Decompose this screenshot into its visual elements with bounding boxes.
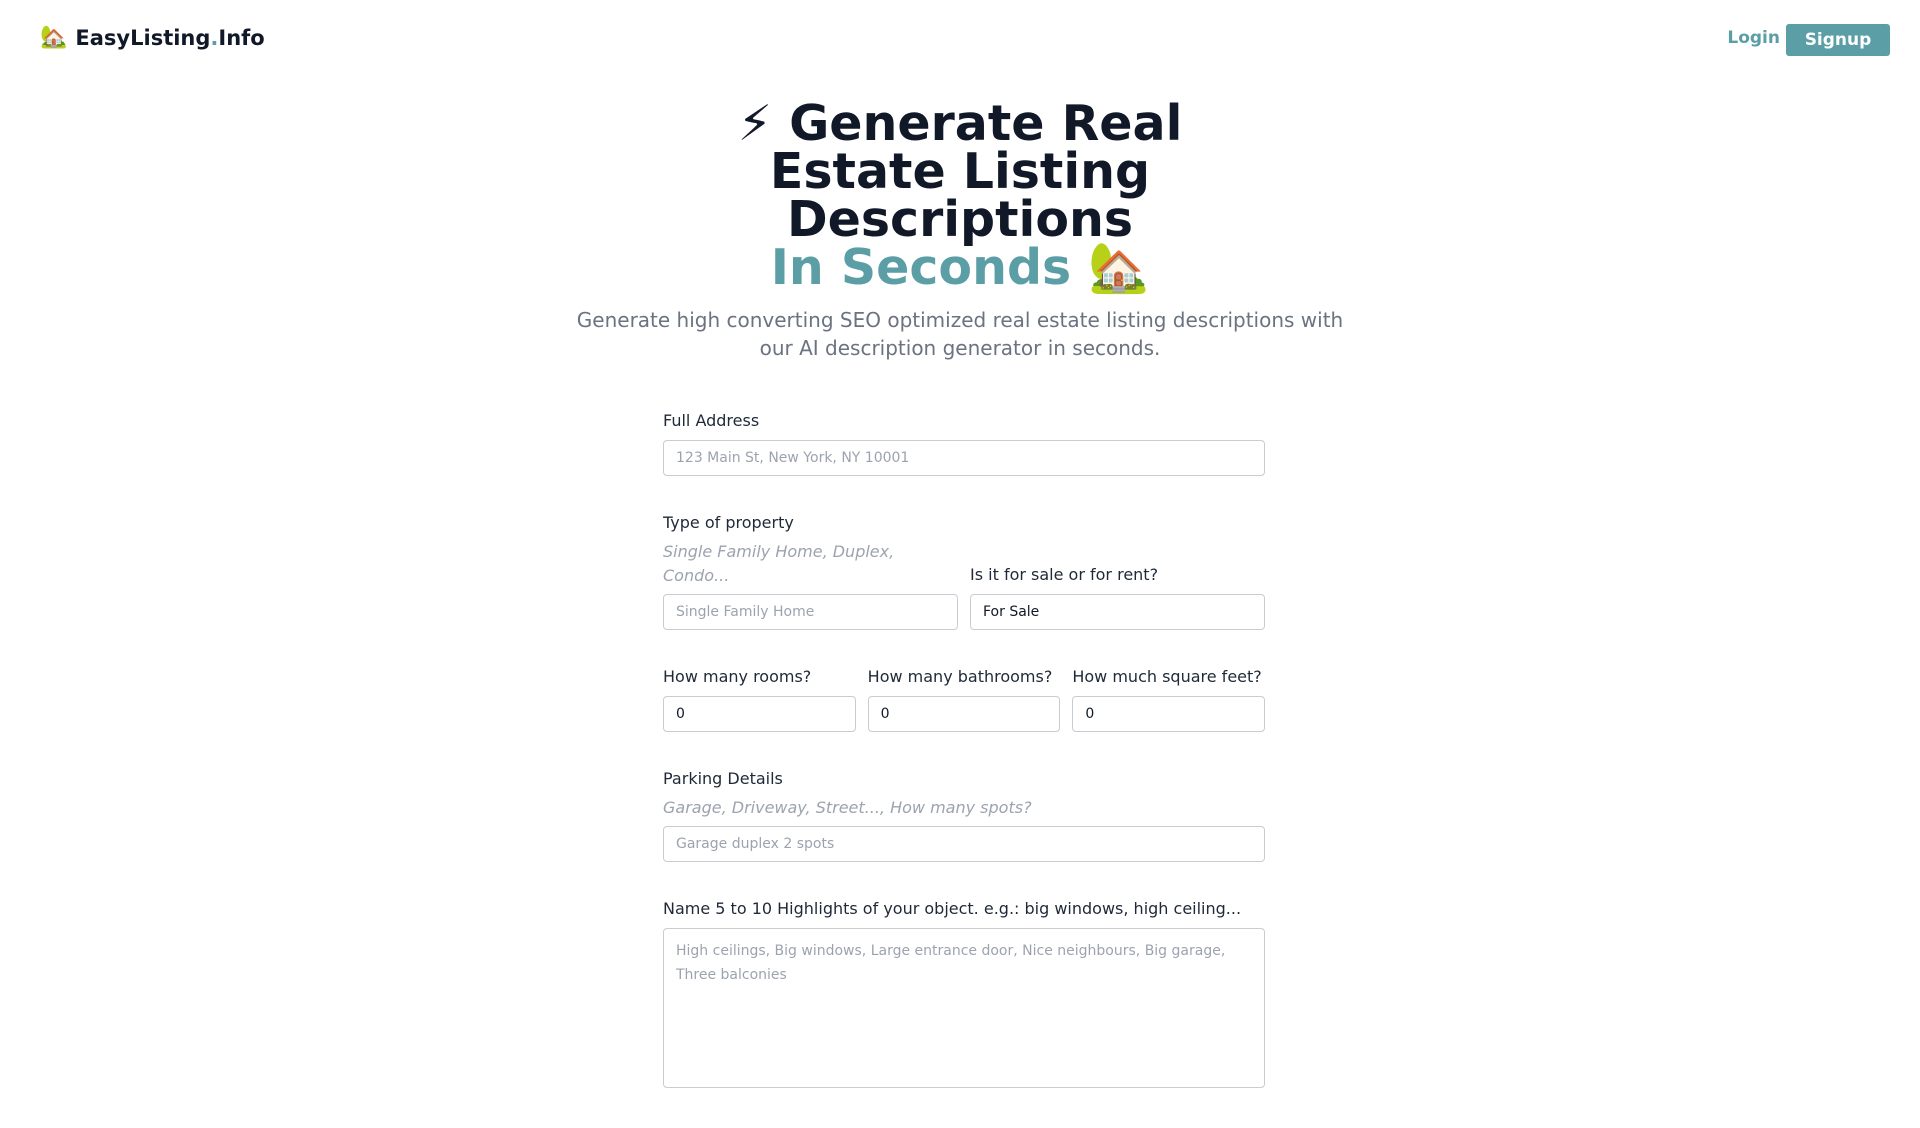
house-icon: 🏡 [40,25,68,50]
highlights-textarea[interactable] [663,928,1265,1088]
site-header: 🏡 EasyListing.Info Login Signup [0,0,1920,80]
square-feet-label: How much square feet? [1072,667,1262,686]
brand-name: EasyListing.Info [75,26,265,50]
square-feet-input[interactable] [1072,696,1266,732]
property-type-input[interactable] [663,594,958,630]
rooms-input[interactable] [663,696,856,732]
parking-input[interactable] [663,826,1265,862]
signup-button[interactable]: Signup [1786,24,1890,56]
address-label: Full Address [663,411,760,430]
sale-or-rent-input[interactable] [970,594,1265,630]
login-link[interactable]: Login [1727,28,1780,48]
parking-field: Parking Details Garage, Driveway, Street… [663,768,1265,862]
rooms-label: How many rooms? [663,667,812,686]
property-type-hint: Single Family Home, Duplex, Condo... [663,542,895,585]
hero-section: ⚡ Generate Real Estate Listing Descripti… [0,99,1920,362]
bathrooms-input[interactable] [867,696,1061,732]
property-type-label: Type of property [663,513,794,532]
parking-hint: Garage, Driveway, Street..., How many sp… [663,798,1032,817]
brand-logo[interactable]: 🏡 EasyListing.Info [40,26,265,50]
listing-form: Full Address Type of property Single Fam… [663,410,1266,1128]
highlights-field: Name 5 to 10 Highlights of your object. … [663,898,1265,1092]
house-icon: 🏡 [1088,239,1150,296]
sale-or-rent-label: Is it for sale or for rent? [970,565,1159,584]
lightning-icon: ⚡ [737,95,772,152]
address-input[interactable] [663,440,1265,476]
title-accent: In Seconds [770,239,1072,296]
parking-label: Parking Details [663,769,783,788]
bathrooms-label: How many bathrooms? [867,667,1053,686]
title-main: Generate Real Estate Listing Description… [769,95,1183,248]
property-row: Type of property Single Family Home, Dup… [663,512,1265,630]
address-field: Full Address [663,410,1265,476]
brand-tld: Info [218,26,265,50]
page-subtitle: Generate high converting SEO optimized r… [576,308,1344,360]
page-title: ⚡ Generate Real Estate Listing Descripti… [700,99,1220,292]
counts-row: How many rooms? How many bathrooms? How … [663,666,1266,732]
highlights-label: Name 5 to 10 Highlights of your object. … [663,899,1242,918]
